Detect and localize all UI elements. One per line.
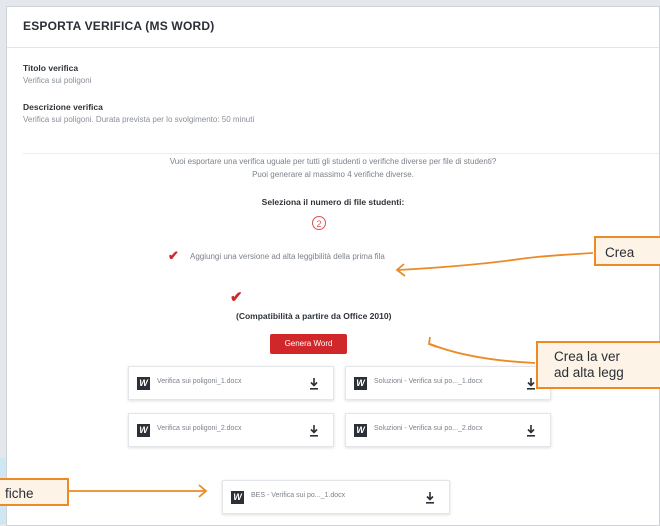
page-title: ESPORTA VERIFICA (MS WORD) (23, 19, 215, 33)
title-value: Verifica sui poligoni (23, 76, 92, 85)
callout-text: Crea (605, 245, 635, 260)
file-card[interactable]: W BES - Verifica sui po..._1.docx (222, 480, 450, 514)
checkmark-icon[interactable]: ✔ (168, 249, 184, 263)
export-panel: ESPORTA VERIFICA (MS WORD) Titolo verifi… (6, 6, 660, 526)
description-label: Descrizione verifica (23, 102, 103, 112)
file-card[interactable]: W Soluzioni - Verifica sui po..._2.docx (345, 413, 551, 447)
select-rows-label: Seleziona il numero di file studenti: (261, 197, 405, 207)
file-card[interactable]: W Verifica sui poligoni_1.docx (128, 366, 334, 400)
file-name: Verifica sui poligoni_2.docx (157, 425, 242, 432)
file-name: Verifica sui poligoni_1.docx (157, 378, 242, 385)
callout-box: Crea (594, 236, 660, 266)
compatibility-note: (Compatibilità a partire da Office 2010) (236, 311, 392, 321)
callout-text: ad alta legg (554, 364, 624, 380)
file-card[interactable]: W Verifica sui poligoni_2.docx (128, 413, 334, 447)
download-icon[interactable] (309, 377, 319, 391)
word-icon: W (137, 377, 150, 390)
divider (23, 153, 659, 154)
file-card[interactable]: W Soluzioni - Verifica sui po..._1.docx (345, 366, 551, 400)
word-icon: W (137, 424, 150, 437)
title-label: Titolo verifica (23, 63, 79, 73)
callout-box: Crea la ver ad alta legg (536, 341, 660, 389)
download-icon[interactable] (425, 491, 435, 505)
word-icon: W (354, 424, 367, 437)
generate-word-button[interactable]: Genera Word (270, 334, 347, 354)
checkmark-icon: ✔ (230, 289, 243, 306)
high-readability-checkbox-label[interactable]: Aggiungi una versione ad alta leggibilit… (190, 252, 385, 261)
callout-text: fiche (5, 486, 34, 501)
callout-box: fiche (0, 478, 69, 506)
word-icon: W (354, 377, 367, 390)
info-line-1: Vuoi esportare una verifica uguale per t… (169, 157, 497, 166)
description-value: Verifica sui poligoni. Durata prevista p… (23, 115, 255, 124)
download-icon[interactable] (526, 424, 536, 438)
file-name: Soluzioni - Verifica sui po..._2.docx (374, 425, 483, 432)
file-name: BES - Verifica sui po..._1.docx (251, 492, 346, 499)
panel-header: ESPORTA VERIFICA (MS WORD) (7, 7, 659, 48)
rows-counter-input[interactable]: 2 (312, 216, 326, 230)
word-icon: W (231, 491, 244, 504)
download-icon[interactable] (526, 377, 536, 391)
info-line-2: Puoi generare al massimo 4 verifiche div… (252, 170, 414, 179)
file-name: Soluzioni - Verifica sui po..._1.docx (374, 378, 483, 385)
download-icon[interactable] (309, 424, 319, 438)
callout-text: Crea la ver (554, 349, 621, 364)
